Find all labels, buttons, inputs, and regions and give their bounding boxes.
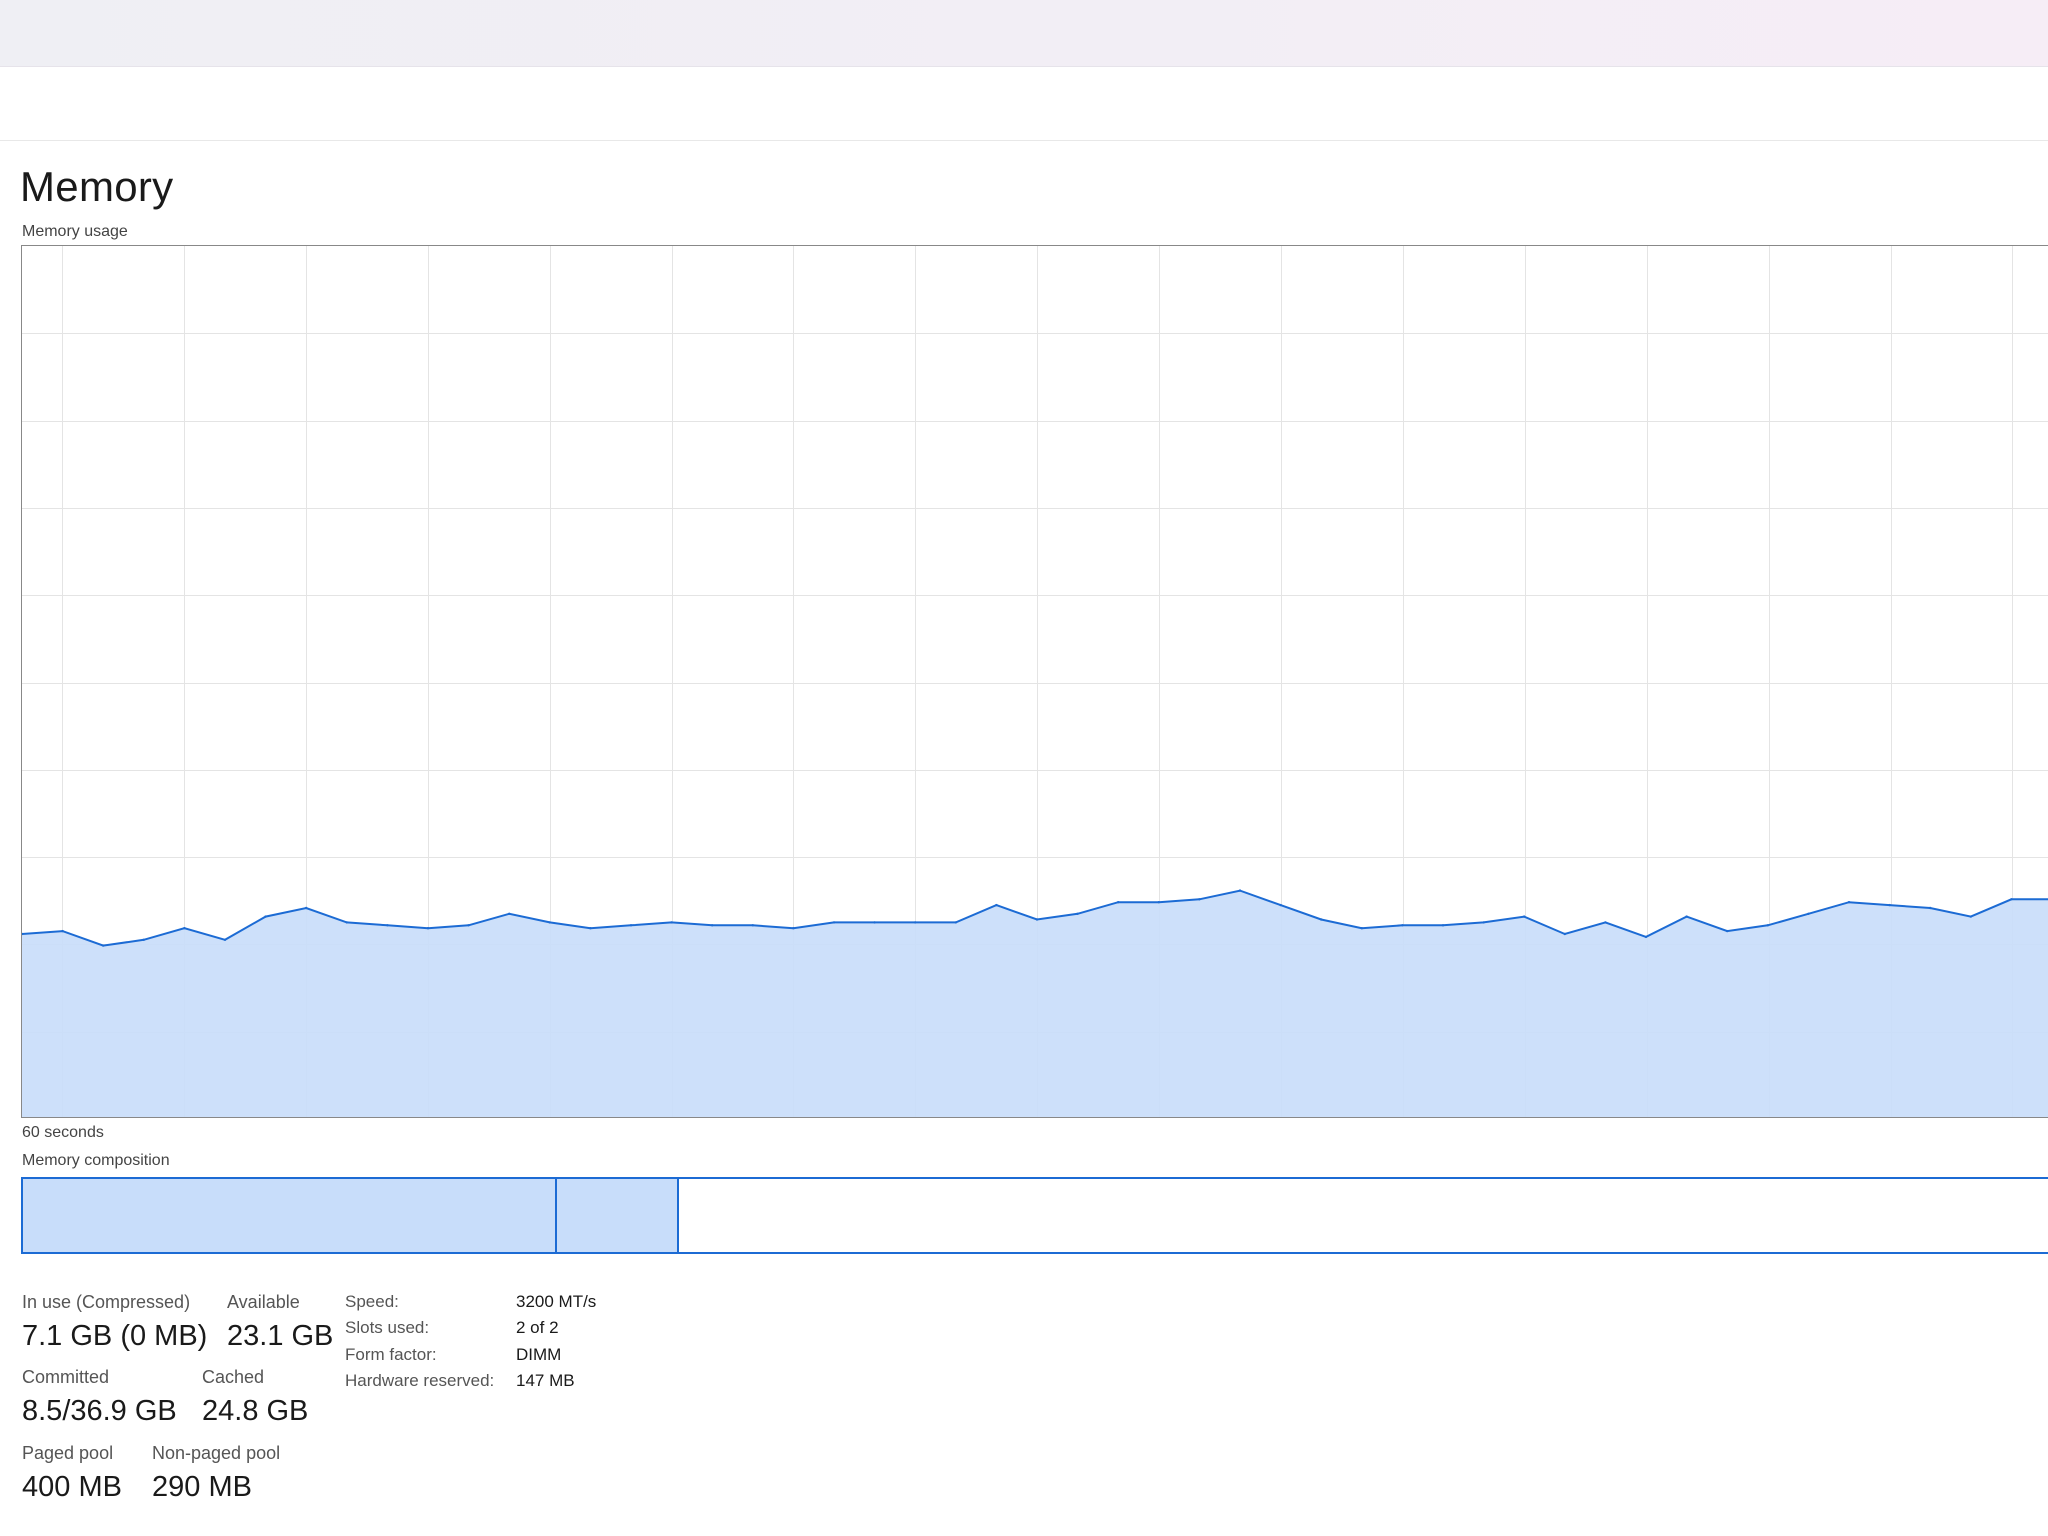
non-paged-pool-label: Non-paged pool bbox=[152, 1443, 281, 1463]
memory-usage-point bbox=[1117, 901, 1120, 904]
memory-usage-point bbox=[102, 944, 105, 947]
memory-usage-point bbox=[1035, 918, 1039, 921]
memory-usage-point bbox=[61, 929, 64, 933]
memory-usage-point bbox=[751, 924, 754, 927]
memory-usage-point bbox=[264, 915, 267, 918]
memory-usage-point bbox=[223, 938, 227, 941]
memory-usage-point bbox=[792, 927, 795, 930]
memory-usage-point bbox=[305, 906, 308, 910]
memory-usage-point bbox=[142, 938, 145, 941]
memory-usage-point bbox=[1482, 921, 1485, 924]
memory-usage-point bbox=[386, 924, 389, 927]
memory-usage-point bbox=[1604, 921, 1607, 924]
committed-label: Committed bbox=[22, 1367, 110, 1387]
memory-usage-point bbox=[508, 912, 511, 915]
memory-usage-point bbox=[832, 921, 836, 924]
memory-usage-point bbox=[1563, 932, 1567, 936]
memory-usage-point bbox=[1726, 929, 1729, 933]
memory-usage-point bbox=[670, 921, 673, 924]
memory-usage-point bbox=[1441, 924, 1445, 927]
title-bar bbox=[0, 0, 2048, 67]
memory-usage-graph bbox=[22, 246, 2048, 1117]
memory-usage-point bbox=[345, 921, 348, 924]
slots-used-label: Slots used: bbox=[345, 1318, 430, 1337]
paged-pool-label: Paged pool bbox=[22, 1443, 114, 1463]
in-use-label: In use (Compressed) bbox=[22, 1292, 191, 1312]
speed-value: 3200 MT/s bbox=[516, 1292, 597, 1311]
memory-usage-chart[interactable] bbox=[21, 245, 2048, 1118]
time-span-label: 60 seconds bbox=[22, 1124, 104, 1141]
memory-usage-point bbox=[1847, 901, 1851, 904]
memory-usage-point bbox=[1969, 915, 1973, 918]
memory-usage-point bbox=[2010, 898, 2013, 901]
memory-usage-point bbox=[1198, 898, 1201, 901]
memory-usage-point bbox=[426, 927, 430, 930]
hardware-reserved-label: Hardware reserved: bbox=[345, 1371, 495, 1390]
hardware-reserved-value: 147 MB bbox=[516, 1371, 575, 1390]
composition-in-use-segment[interactable] bbox=[23, 1179, 557, 1252]
cached-value: 24.8 GB bbox=[202, 1395, 309, 1427]
composition-modified-segment[interactable] bbox=[557, 1179, 679, 1252]
committed-value: 8.5/36.9 GB bbox=[22, 1395, 177, 1427]
memory-usage-point bbox=[1238, 889, 1242, 892]
memory-usage-point bbox=[1157, 901, 1161, 904]
memory-usage-label: Memory usage bbox=[22, 223, 128, 240]
memory-usage-point bbox=[1279, 903, 1282, 907]
memory-usage-point bbox=[1685, 915, 1688, 918]
memory-usage-point bbox=[1076, 912, 1079, 915]
page-title: Memory bbox=[20, 163, 174, 210]
available-label: Available bbox=[227, 1292, 300, 1312]
memory-usage-point bbox=[1766, 924, 1770, 927]
toolbar bbox=[0, 67, 2048, 141]
memory-usage-point bbox=[1401, 924, 1404, 927]
memory-usage-point bbox=[1360, 927, 1364, 930]
memory-usage-point bbox=[467, 924, 470, 927]
available-value: 23.1 GB bbox=[227, 1320, 334, 1352]
memory-usage-point bbox=[954, 921, 957, 924]
memory-usage-point bbox=[1807, 912, 1810, 915]
memory-usage-point bbox=[1888, 903, 1891, 907]
memory-usage-point bbox=[711, 924, 714, 927]
form-factor-label: Form factor: bbox=[345, 1345, 437, 1364]
memory-usage-area bbox=[22, 890, 2048, 1117]
in-use-value: 7.1 GB (0 MB) bbox=[22, 1320, 208, 1352]
memory-usage-point bbox=[1644, 935, 1648, 939]
memory-usage-point bbox=[1320, 918, 1323, 921]
memory-usage-point bbox=[1523, 915, 1526, 918]
cached-label: Cached bbox=[202, 1367, 265, 1387]
non-paged-pool-value: 290 MB bbox=[152, 1471, 252, 1503]
memory-usage-point bbox=[629, 924, 633, 927]
memory-usage-point bbox=[914, 921, 917, 924]
speed-label: Speed: bbox=[345, 1292, 399, 1311]
memory-composition-label: Memory composition bbox=[22, 1152, 170, 1169]
memory-usage-point bbox=[873, 921, 876, 924]
memory-usage-point bbox=[589, 927, 592, 930]
paged-pool-value: 400 MB bbox=[22, 1471, 122, 1503]
form-factor-value: DIMM bbox=[516, 1345, 562, 1364]
composition-free-segment[interactable] bbox=[679, 1179, 2048, 1252]
memory-usage-point bbox=[183, 927, 186, 930]
memory-composition-bar[interactable] bbox=[21, 1177, 2048, 1254]
memory-usage-point bbox=[1929, 906, 1932, 910]
memory-usage-point bbox=[995, 903, 998, 907]
slots-used-value: 2 of 2 bbox=[516, 1318, 559, 1337]
memory-usage-point bbox=[548, 921, 551, 924]
